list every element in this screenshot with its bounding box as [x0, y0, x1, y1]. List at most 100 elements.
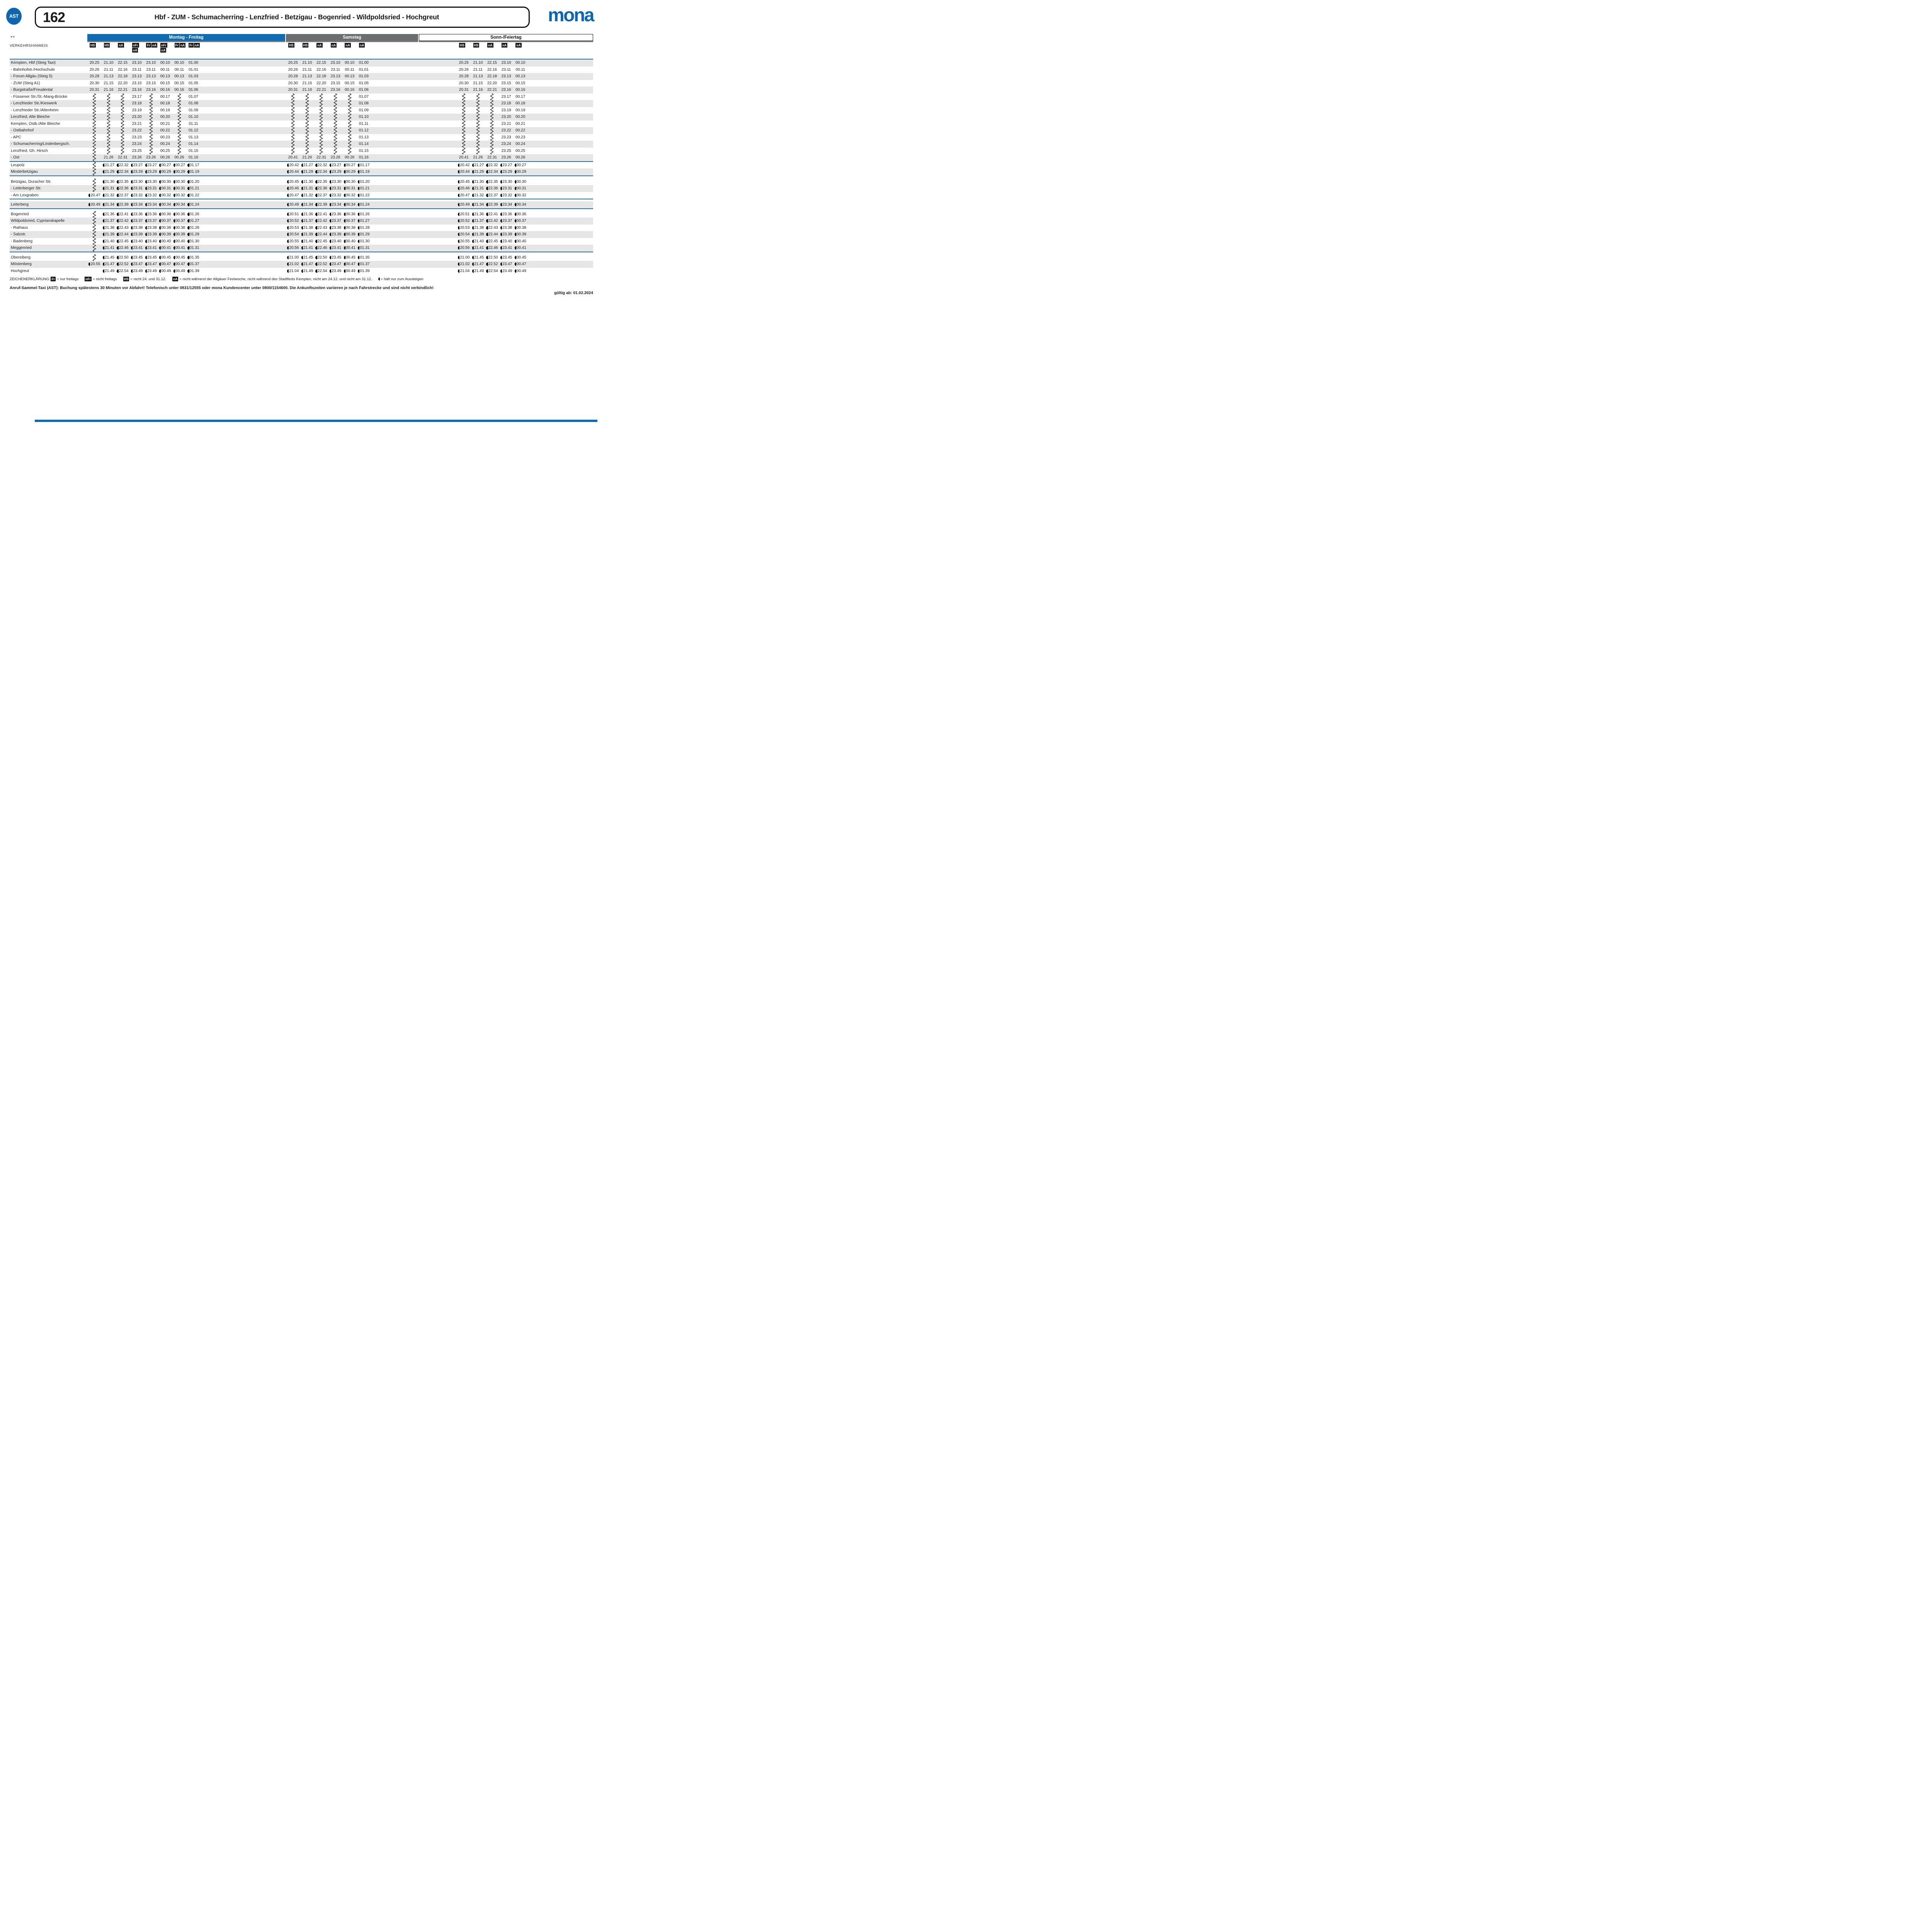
time-cell-exit-only: 01.17 [357, 162, 371, 169]
exit-only-icon [315, 262, 317, 266]
no-service-cell [471, 100, 485, 107]
skip-zigzag-icon [476, 127, 480, 134]
no-service-cell [328, 148, 343, 155]
skip-zigzag-icon [149, 134, 153, 141]
time-cell: 00.10 [513, 60, 527, 66]
band-cells-mf: 21.3722.4223.3723.3700.3700.3701.27 [87, 218, 285, 225]
time-cell-exit-only: 20.45 [457, 179, 471, 185]
no-service-cell [457, 114, 471, 121]
stop-name: - Burgstraße/Freudental [10, 88, 87, 92]
time-cell-exit-only: 21.40 [102, 238, 116, 245]
time-cell: 20.30 [457, 80, 471, 87]
exit-only-icon [145, 256, 147, 259]
service-tag: nA [132, 48, 138, 53]
skip-zigzag-icon [305, 107, 310, 114]
time-cell: 21.13 [300, 73, 315, 80]
skip-zigzag-icon [92, 100, 97, 107]
service-tag: nA [515, 43, 521, 48]
time-cell: 20.28 [286, 73, 300, 80]
time-value: 00.29 [517, 170, 526, 174]
time-cell: 00.11 [172, 66, 187, 73]
skip-zigzag-icon [92, 225, 97, 231]
band-cells-mf: 21.2722.3223.2723.2700.2700.2701.17 [87, 162, 285, 169]
legend-item: = hält nur zum Aussteigen [378, 277, 423, 281]
exit-only-icon [131, 187, 133, 190]
time-value: 23.30 [147, 180, 157, 184]
empty-cell [87, 268, 102, 275]
no-service-cell [144, 121, 158, 128]
skip-zigzag-icon [92, 114, 97, 121]
time-cell: 01.15 [186, 148, 201, 155]
time-value: 23.36 [502, 212, 512, 216]
time-cell: 23.22 [499, 127, 514, 134]
time-value: 20.55 [90, 262, 100, 266]
time-value: 01.17 [360, 163, 369, 167]
skip-zigzag-icon [120, 148, 125, 155]
skip-zigzag-icon [490, 141, 494, 148]
exit-only-icon [287, 170, 289, 174]
exit-only-icon [515, 203, 516, 206]
time-cell-exit-only: 00.31 [158, 185, 172, 192]
time-value: 23.32 [332, 193, 341, 197]
time-cell-exit-only: 21.00 [457, 254, 471, 261]
no-service-cell [87, 121, 102, 128]
no-service-cell [87, 211, 102, 218]
exit-only-icon [287, 203, 289, 206]
skip-zigzag-icon [490, 121, 494, 128]
time-cell: 01.09 [357, 107, 371, 114]
time-value: 00.37 [346, 219, 355, 223]
time-cell-exit-only: 22.54 [116, 268, 130, 275]
time-cell: 01.12 [357, 127, 371, 134]
time-cell: 20.30 [87, 80, 102, 87]
no-service-cell [457, 107, 471, 114]
time-value: 00.27 [175, 163, 185, 167]
no-service-cell [116, 134, 130, 141]
time-cell: 22.31 [314, 154, 328, 161]
no-service-cell [485, 107, 499, 114]
time-cell: 00.24 [513, 141, 527, 148]
no-service-cell [116, 94, 130, 100]
time-cell: 00.11 [342, 66, 357, 73]
service-tag: Fr [189, 43, 194, 48]
time-cell: 00.25 [158, 148, 172, 155]
time-value: 01.35 [360, 255, 369, 260]
time-cell: 22.20 [314, 80, 328, 87]
no-service-cell [457, 134, 471, 141]
time-cell-exit-only: 22.46 [485, 245, 499, 252]
time-cell-exit-only: 22.39 [314, 201, 328, 208]
exit-only-icon [500, 180, 502, 184]
exit-only-icon [315, 256, 317, 259]
stop-name: Hochgreut [10, 269, 87, 273]
time-cell-exit-only: 23.30 [130, 179, 144, 185]
time-cell-exit-only: 22.42 [314, 218, 328, 225]
time-cell-exit-only: 00.39 [513, 231, 527, 238]
exit-only-icon [515, 194, 516, 197]
band-cells-sa: 20.2821.1322.1823.1300.1301.03 [286, 73, 418, 80]
time-cell-exit-only: 01.21 [357, 185, 371, 192]
time-cell: 20.26 [286, 66, 300, 73]
time-cell: 01.09 [186, 107, 201, 114]
no-service-cell [87, 141, 102, 148]
no-service-cell [102, 127, 116, 134]
time-cell-exit-only: 21.37 [300, 218, 315, 225]
time-value: 00.41 [346, 246, 355, 250]
time-cell: 01.16 [186, 154, 201, 161]
time-cell-exit-only: 23.47 [328, 261, 343, 268]
time-value: 00.45 [517, 255, 526, 260]
time-value: 22.35 [488, 180, 498, 184]
exit-only-icon [472, 203, 474, 206]
time-value: 00.41 [161, 246, 171, 250]
exit-only-icon [330, 180, 331, 184]
time-value: 21.41 [474, 246, 484, 250]
exit-only-icon [344, 180, 345, 184]
exit-only-icon [173, 262, 175, 266]
skip-zigzag-icon [319, 134, 323, 141]
time-cell: 00.11 [513, 66, 527, 73]
exit-only-icon [515, 262, 516, 266]
exit-only-icon [187, 246, 189, 250]
exit-only-icon [486, 246, 488, 250]
time-cell: 23.24 [499, 141, 514, 148]
table-row: - Bahnhofstr./Hochschule20.2621.1122.162… [10, 66, 593, 73]
no-service-cell [328, 100, 343, 107]
time-cell-exit-only: 21.30 [300, 179, 315, 185]
